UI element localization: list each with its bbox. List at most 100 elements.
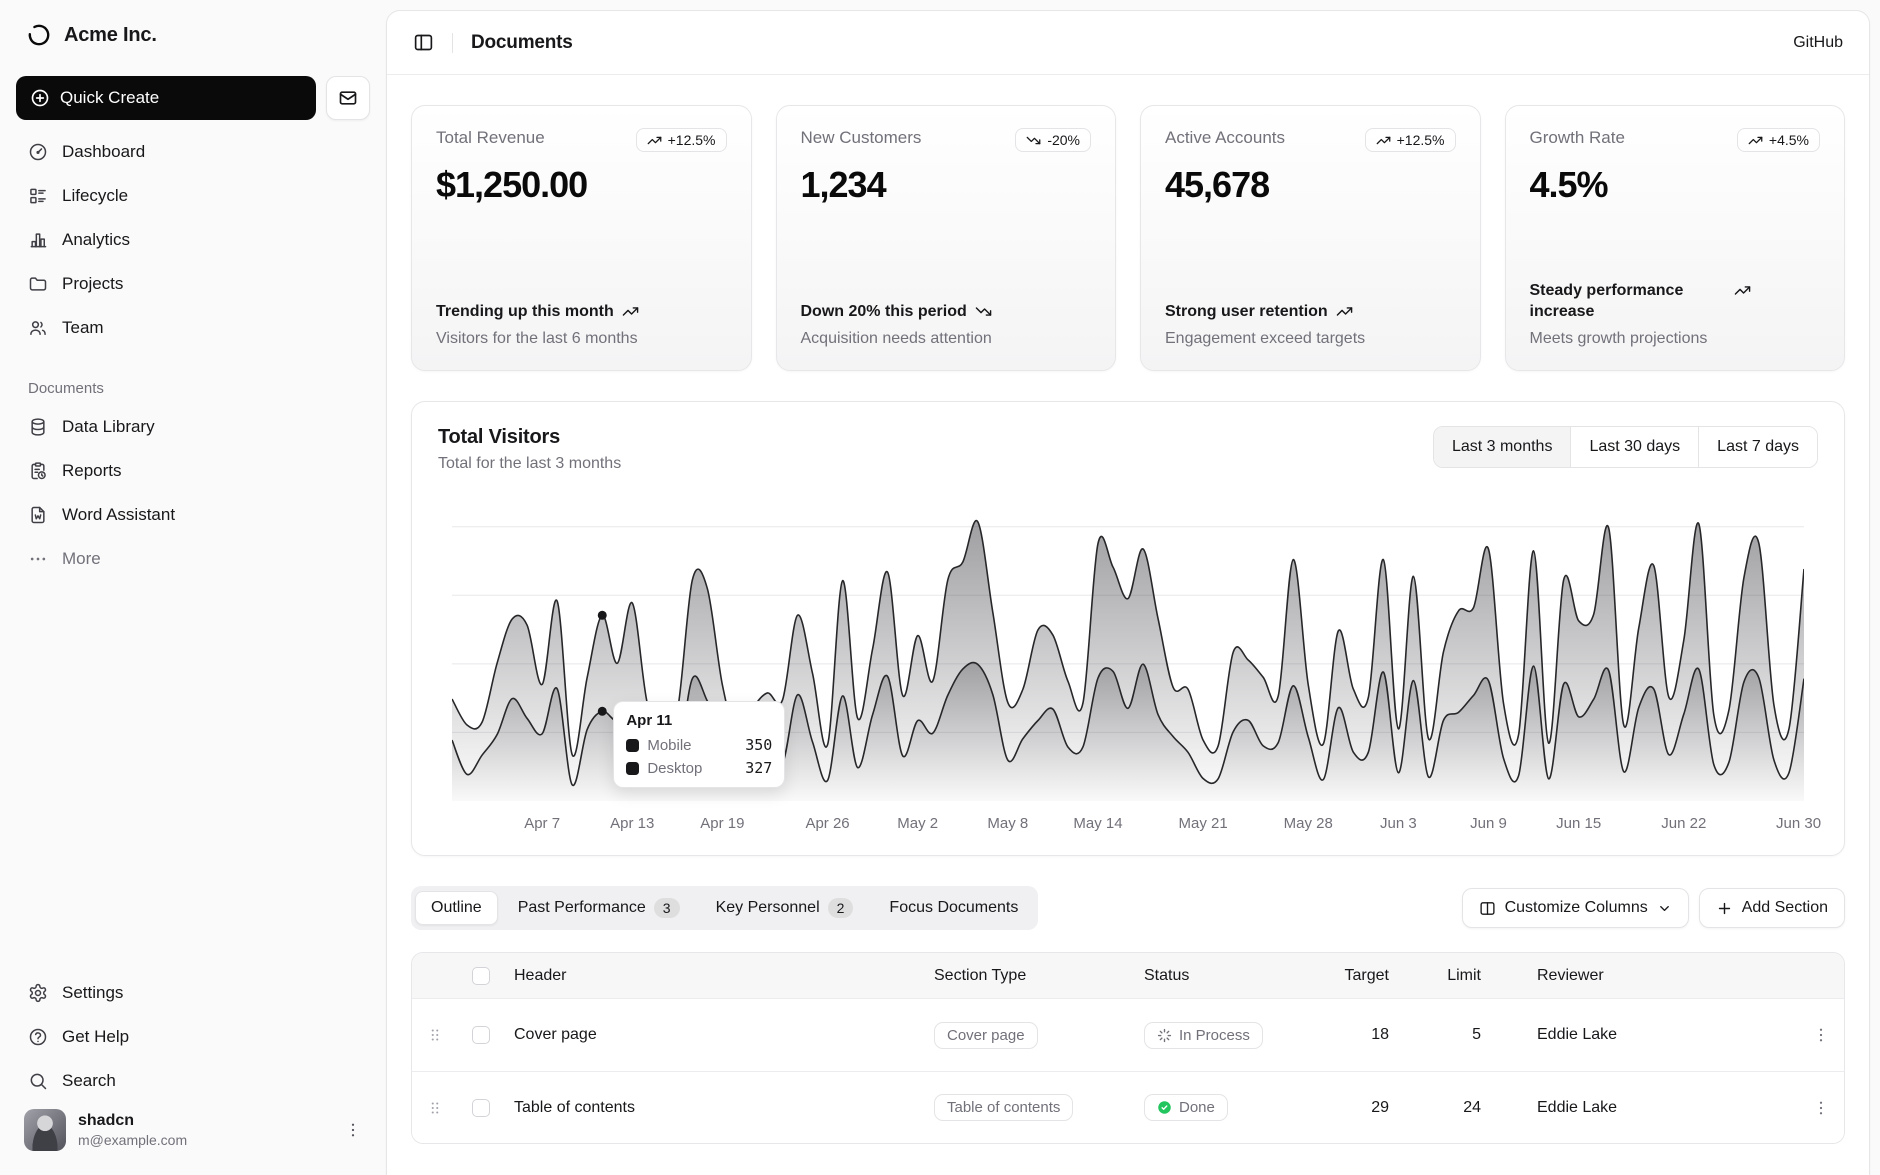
trend-badge: +4.5% [1737, 128, 1820, 152]
sidebar-item-lifecycle[interactable]: Lifecycle [16, 174, 370, 218]
sidebar-item-label: Team [62, 318, 104, 338]
sidebar-item-projects[interactable]: Projects [16, 262, 370, 306]
trending-up-icon [1376, 133, 1391, 148]
section-type-badge: Table of contents [934, 1094, 1073, 1121]
trending-down-icon [975, 303, 992, 320]
sidebar-item-reports[interactable]: Reports [16, 449, 370, 493]
drag-handle-icon[interactable] [426, 1099, 466, 1117]
limit-cell[interactable]: 5 [1411, 1026, 1503, 1044]
row-header-cell: Table of contents [514, 1099, 934, 1117]
ellipsis-icon [28, 549, 48, 569]
tab-past-performance[interactable]: Past Performance 3 [502, 890, 696, 926]
brand[interactable]: Acme Inc. [16, 14, 370, 56]
x-tick: Jun 9 [1470, 815, 1507, 832]
card-footer-muted: Meets growth projections [1530, 330, 1821, 348]
section-type-badge: Cover page [934, 1022, 1038, 1049]
x-tick: Apr 26 [805, 815, 849, 832]
card-footer-bold: Strong user retention [1165, 301, 1328, 323]
main-panel: Documents GitHub Total Revenue +12.5% $1… [386, 10, 1870, 1175]
column-header: Limit [1411, 967, 1503, 985]
sidebar-item-team[interactable]: Team [16, 306, 370, 350]
sidebar-item-settings[interactable]: Settings [16, 971, 370, 1015]
tooltip-series-value: 350 [745, 736, 772, 754]
sidebar-item-search[interactable]: Search [16, 1059, 370, 1103]
chart-title: Total Visitors [438, 426, 621, 449]
add-section-label: Add Section [1742, 899, 1828, 917]
drag-handle-icon[interactable] [426, 1026, 466, 1044]
sidebar-item-analytics[interactable]: Analytics [16, 218, 370, 262]
dots-vertical-icon [344, 1121, 362, 1139]
sidebar-item-dashboard[interactable]: Dashboard [16, 130, 370, 174]
trend-badge-value: +4.5% [1769, 132, 1809, 148]
target-cell[interactable]: 29 [1329, 1099, 1411, 1117]
add-section-button[interactable]: Add Section [1699, 888, 1845, 928]
tooltip-series-value: 327 [745, 759, 772, 777]
select-all-checkbox[interactable] [472, 967, 490, 985]
trending-up-icon [622, 303, 639, 320]
sidebar-item-label: Settings [62, 983, 123, 1003]
tab-outline[interactable]: Outline [415, 891, 498, 925]
sidebar-item-word-assistant[interactable]: Word Assistant [16, 493, 370, 537]
card-value: $1,250.00 [436, 164, 727, 206]
github-link[interactable]: GitHub [1793, 34, 1843, 52]
footer-nav: Settings Get Help Search [16, 971, 370, 1103]
x-tick: Apr 13 [610, 815, 654, 832]
x-tick: Jun 30 [1776, 815, 1821, 832]
table-row-cover-page[interactable]: Cover page Cover page In Process 18 5 Ed… [412, 999, 1844, 1071]
database-icon [28, 417, 48, 437]
trend-badge-value: +12.5% [668, 132, 716, 148]
sidebar-item-data-library[interactable]: Data Library [16, 405, 370, 449]
status-badge: Done [1144, 1094, 1228, 1121]
sidebar: Acme Inc. Quick Create [0, 0, 386, 1175]
inbox-button[interactable] [326, 76, 370, 120]
acme-logo-icon [26, 22, 52, 48]
limit-cell[interactable]: 24 [1411, 1099, 1503, 1117]
card-total-revenue: Total Revenue +12.5% $1,250.00 Trending … [411, 105, 752, 371]
row-menu-button[interactable] [1808, 1022, 1834, 1048]
range-option-last-30-days[interactable]: Last 30 days [1570, 427, 1698, 467]
status-label: Done [1179, 1099, 1215, 1116]
chart-tooltip: Apr 11 Mobile 350 Desktop 327 [613, 701, 785, 788]
documents-section-label: Documents [16, 380, 370, 397]
reviewer-cell[interactable]: Eddie Lake [1503, 1099, 1759, 1117]
chart-area[interactable]: Apr 11 Mobile 350 Desktop 327 Apr 7 Apr … [438, 513, 1818, 837]
quick-create-button[interactable]: Quick Create [16, 76, 316, 120]
search-icon [28, 1071, 48, 1091]
card-footer-bold: Steady performance increase [1530, 280, 1726, 323]
table-row-table-of-contents[interactable]: Table of contents Table of contents Done… [412, 1071, 1844, 1143]
chart-range-toggle: Last 3 months Last 30 days Last 7 days [1433, 426, 1818, 468]
range-option-last-3-months[interactable]: Last 3 months [1434, 427, 1571, 467]
sidebar-toggle-button[interactable] [413, 32, 434, 53]
range-option-last-7-days[interactable]: Last 7 days [1698, 427, 1817, 467]
tab-focus-documents[interactable]: Focus Documents [873, 891, 1034, 925]
card-footer-muted: Acquisition needs attention [801, 330, 1092, 348]
mobile-series-swatch [626, 739, 639, 752]
plus-icon [1716, 900, 1733, 917]
sidebar-item-more[interactable]: More [16, 537, 370, 581]
page-title: Documents [471, 32, 573, 54]
card-footer-bold: Down 20% this period [801, 301, 967, 323]
target-cell[interactable]: 18 [1329, 1026, 1411, 1044]
user-menu[interactable]: shadcn m@example.com [16, 1103, 370, 1157]
sidebar-item-label: Analytics [62, 230, 130, 250]
customize-columns-button[interactable]: Customize Columns [1462, 888, 1689, 928]
projects-icon [28, 274, 48, 294]
card-footer-muted: Visitors for the last 6 months [436, 330, 727, 348]
sidebar-item-label: Lifecycle [62, 186, 128, 206]
x-tick: May 8 [987, 815, 1028, 832]
x-tick: Jun 15 [1556, 815, 1601, 832]
row-checkbox[interactable] [472, 1099, 490, 1117]
x-tick: Jun 3 [1380, 815, 1417, 832]
x-tick: Jun 22 [1661, 815, 1706, 832]
row-menu-button[interactable] [1808, 1095, 1834, 1121]
trending-down-icon [1026, 133, 1041, 148]
sections-table: Header Section Type Status Target Limit … [411, 952, 1845, 1144]
panel-left-icon [413, 32, 434, 53]
reviewer-cell[interactable]: Eddie Lake [1503, 1026, 1759, 1044]
tab-key-personnel[interactable]: Key Personnel 2 [700, 890, 870, 926]
sidebar-item-get-help[interactable]: Get Help [16, 1015, 370, 1059]
row-checkbox[interactable] [472, 1026, 490, 1044]
sidebar-item-label: Projects [62, 274, 123, 294]
analytics-icon [28, 230, 48, 250]
sidebar-item-label: Search [62, 1071, 116, 1091]
